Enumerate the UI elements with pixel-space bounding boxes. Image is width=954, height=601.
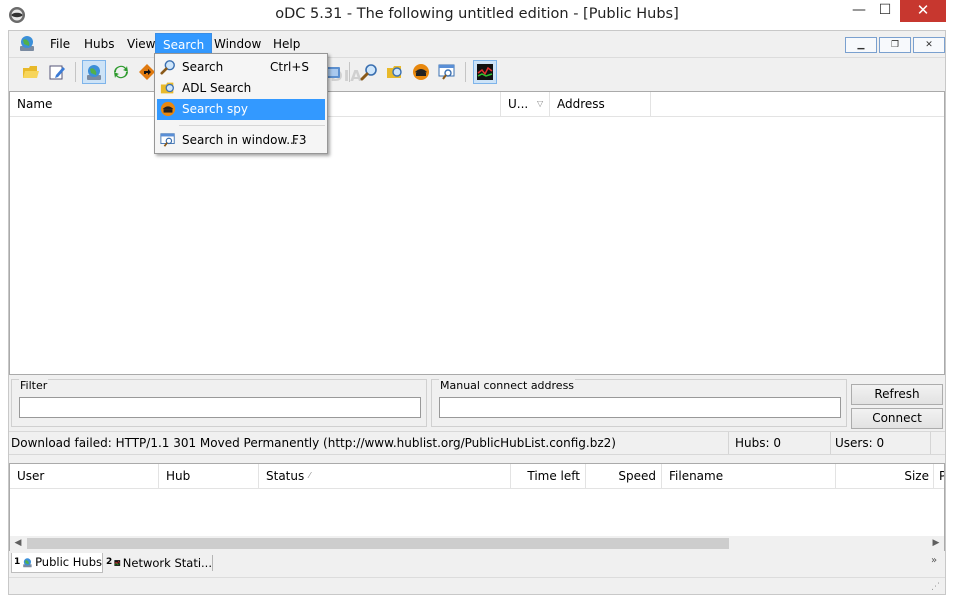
search-menu-accel: Ctrl+S — [270, 60, 310, 74]
tab-network-statistics[interactable]: 2 Network Stati... — [104, 553, 212, 573]
column-header-user[interactable]: User — [10, 464, 159, 488]
network-statistics-icon[interactable] — [473, 60, 497, 84]
adl-search-icon[interactable] — [383, 60, 407, 84]
search-in-window-menu-item[interactable]: Search in window... F3 — [157, 130, 325, 151]
sort-asc-icon: ⁄ — [309, 471, 311, 480]
menu-hubs[interactable]: Hubs — [77, 33, 122, 55]
window-title: oDC 5.31 - The following untitled editio… — [275, 6, 679, 22]
status-users-count: Users: 0 — [833, 432, 931, 454]
search-menu-item[interactable]: Search Ctrl+S — [157, 57, 325, 78]
bottom-status-strip: ⋰ — [9, 577, 945, 595]
search-in-window-menu-label: Search in window... — [182, 133, 298, 147]
tab-label: Network Stati... — [122, 555, 212, 570]
folder-search-icon — [160, 80, 176, 96]
globe-icon — [23, 558, 32, 568]
column-header-speed[interactable]: Speed — [586, 464, 662, 488]
tab-overflow-icon[interactable]: » — [931, 555, 937, 566]
tab-number: 2 — [106, 557, 113, 567]
search-menu-label: Search — [182, 60, 224, 74]
menu-help[interactable]: Help — [266, 33, 307, 55]
tab-label: Public Hubs — [35, 555, 102, 569]
search-dropdown-menu: Search Ctrl+S ADL Search Search spy Sear… — [154, 53, 328, 154]
menu-window[interactable]: Window — [207, 33, 268, 55]
adl-search-menu-label: ADL Search — [182, 81, 252, 95]
column-header-filename[interactable]: Filename — [662, 464, 836, 488]
toolbar — [9, 57, 945, 87]
manual-connect-label: Manual connect address — [439, 379, 576, 392]
mdi-close-button[interactable]: ✕ — [913, 37, 945, 53]
mdi-minimize-button[interactable]: ▁ — [845, 37, 877, 53]
tab-number: 1 — [14, 557, 21, 567]
menu-search[interactable]: Search — [155, 33, 213, 55]
search-spy-menu-label: Search spy — [182, 102, 249, 116]
status-bar: Download failed: HTTP/1.1 301 Moved Perm… — [9, 431, 945, 455]
search-icon[interactable] — [357, 60, 381, 84]
column-header-users-label: U... — [508, 97, 529, 111]
search-spy-icon[interactable] — [409, 60, 433, 84]
connect-button[interactable]: Connect — [851, 408, 943, 429]
tab-public-hubs[interactable]: 1 Public Hubs — [11, 553, 103, 573]
scrollbar-thumb[interactable] — [27, 538, 729, 549]
menu-file[interactable]: File — [43, 33, 77, 55]
column-header-users[interactable]: U... ▽ — [501, 92, 550, 116]
column-header-address[interactable]: Address — [550, 92, 651, 116]
scroll-right-icon[interactable]: ▶ — [928, 536, 944, 551]
mdi-restore-button[interactable]: ❐ — [879, 37, 911, 53]
resize-grip-icon[interactable]: ⋰ — [931, 581, 943, 593]
reconnect-icon[interactable] — [109, 60, 133, 84]
search-spy-menu-item[interactable]: Search spy — [157, 99, 325, 120]
globe-menu-icon[interactable] — [18, 35, 36, 53]
transfer-list[interactable]: User Hub Status ⁄ Time left Speed Filena… — [9, 463, 945, 551]
open-filelist-icon[interactable] — [19, 60, 43, 84]
column-header-hub[interactable]: Hub — [159, 464, 259, 488]
manual-connect-group: Manual connect address — [431, 379, 847, 427]
spy-icon — [160, 101, 176, 117]
window-minimize-button[interactable]: — — [846, 0, 872, 22]
column-header-path[interactable]: P — [934, 464, 944, 488]
filter-label: Filter — [19, 379, 49, 392]
window-maximize-button[interactable]: ☐ — [872, 0, 898, 22]
column-header-time-left[interactable]: Time left — [511, 464, 586, 488]
manual-connect-input[interactable] — [439, 397, 841, 418]
title-bar: oDC 5.31 - The following untitled editio… — [0, 0, 954, 30]
search-window-icon[interactable] — [435, 60, 459, 84]
status-message: Download failed: HTTP/1.1 301 Moved Perm… — [9, 432, 729, 454]
magnifier-icon — [160, 59, 176, 75]
column-header-size[interactable]: Size — [836, 464, 934, 488]
public-hubs-icon[interactable] — [82, 60, 106, 84]
sort-desc-icon: ▽ — [537, 99, 544, 108]
refresh-button[interactable]: Refresh — [851, 384, 943, 405]
adl-search-menu-item[interactable]: ADL Search — [157, 78, 325, 99]
horizontal-scrollbar[interactable]: ◀ ▶ — [10, 536, 944, 551]
filter-input[interactable] — [19, 397, 421, 418]
status-hubs-count: Hubs: 0 — [733, 432, 831, 454]
window-search-icon — [160, 132, 176, 148]
filter-group: Filter — [11, 379, 427, 427]
network-graph-icon — [114, 560, 121, 566]
edit-filelist-icon[interactable] — [45, 60, 69, 84]
window-close-button[interactable]: ✕ — [900, 0, 946, 22]
search-in-window-menu-accel: F3 — [292, 133, 307, 147]
column-header-status[interactable]: Status ⁄ — [259, 464, 511, 488]
hub-list[interactable]: Name U... ▽ Address — [9, 91, 945, 375]
scroll-left-icon[interactable]: ◀ — [10, 536, 26, 551]
main-frame: File Hubs View Search Window Help SOFTPE… — [8, 30, 946, 595]
window-tab-bar: 1 Public Hubs 2 Network Stati... » — [9, 553, 945, 575]
column-header-status-label: Status — [266, 469, 305, 483]
menu-bar: File Hubs View Search Window Help SOFTPE… — [9, 33, 945, 85]
